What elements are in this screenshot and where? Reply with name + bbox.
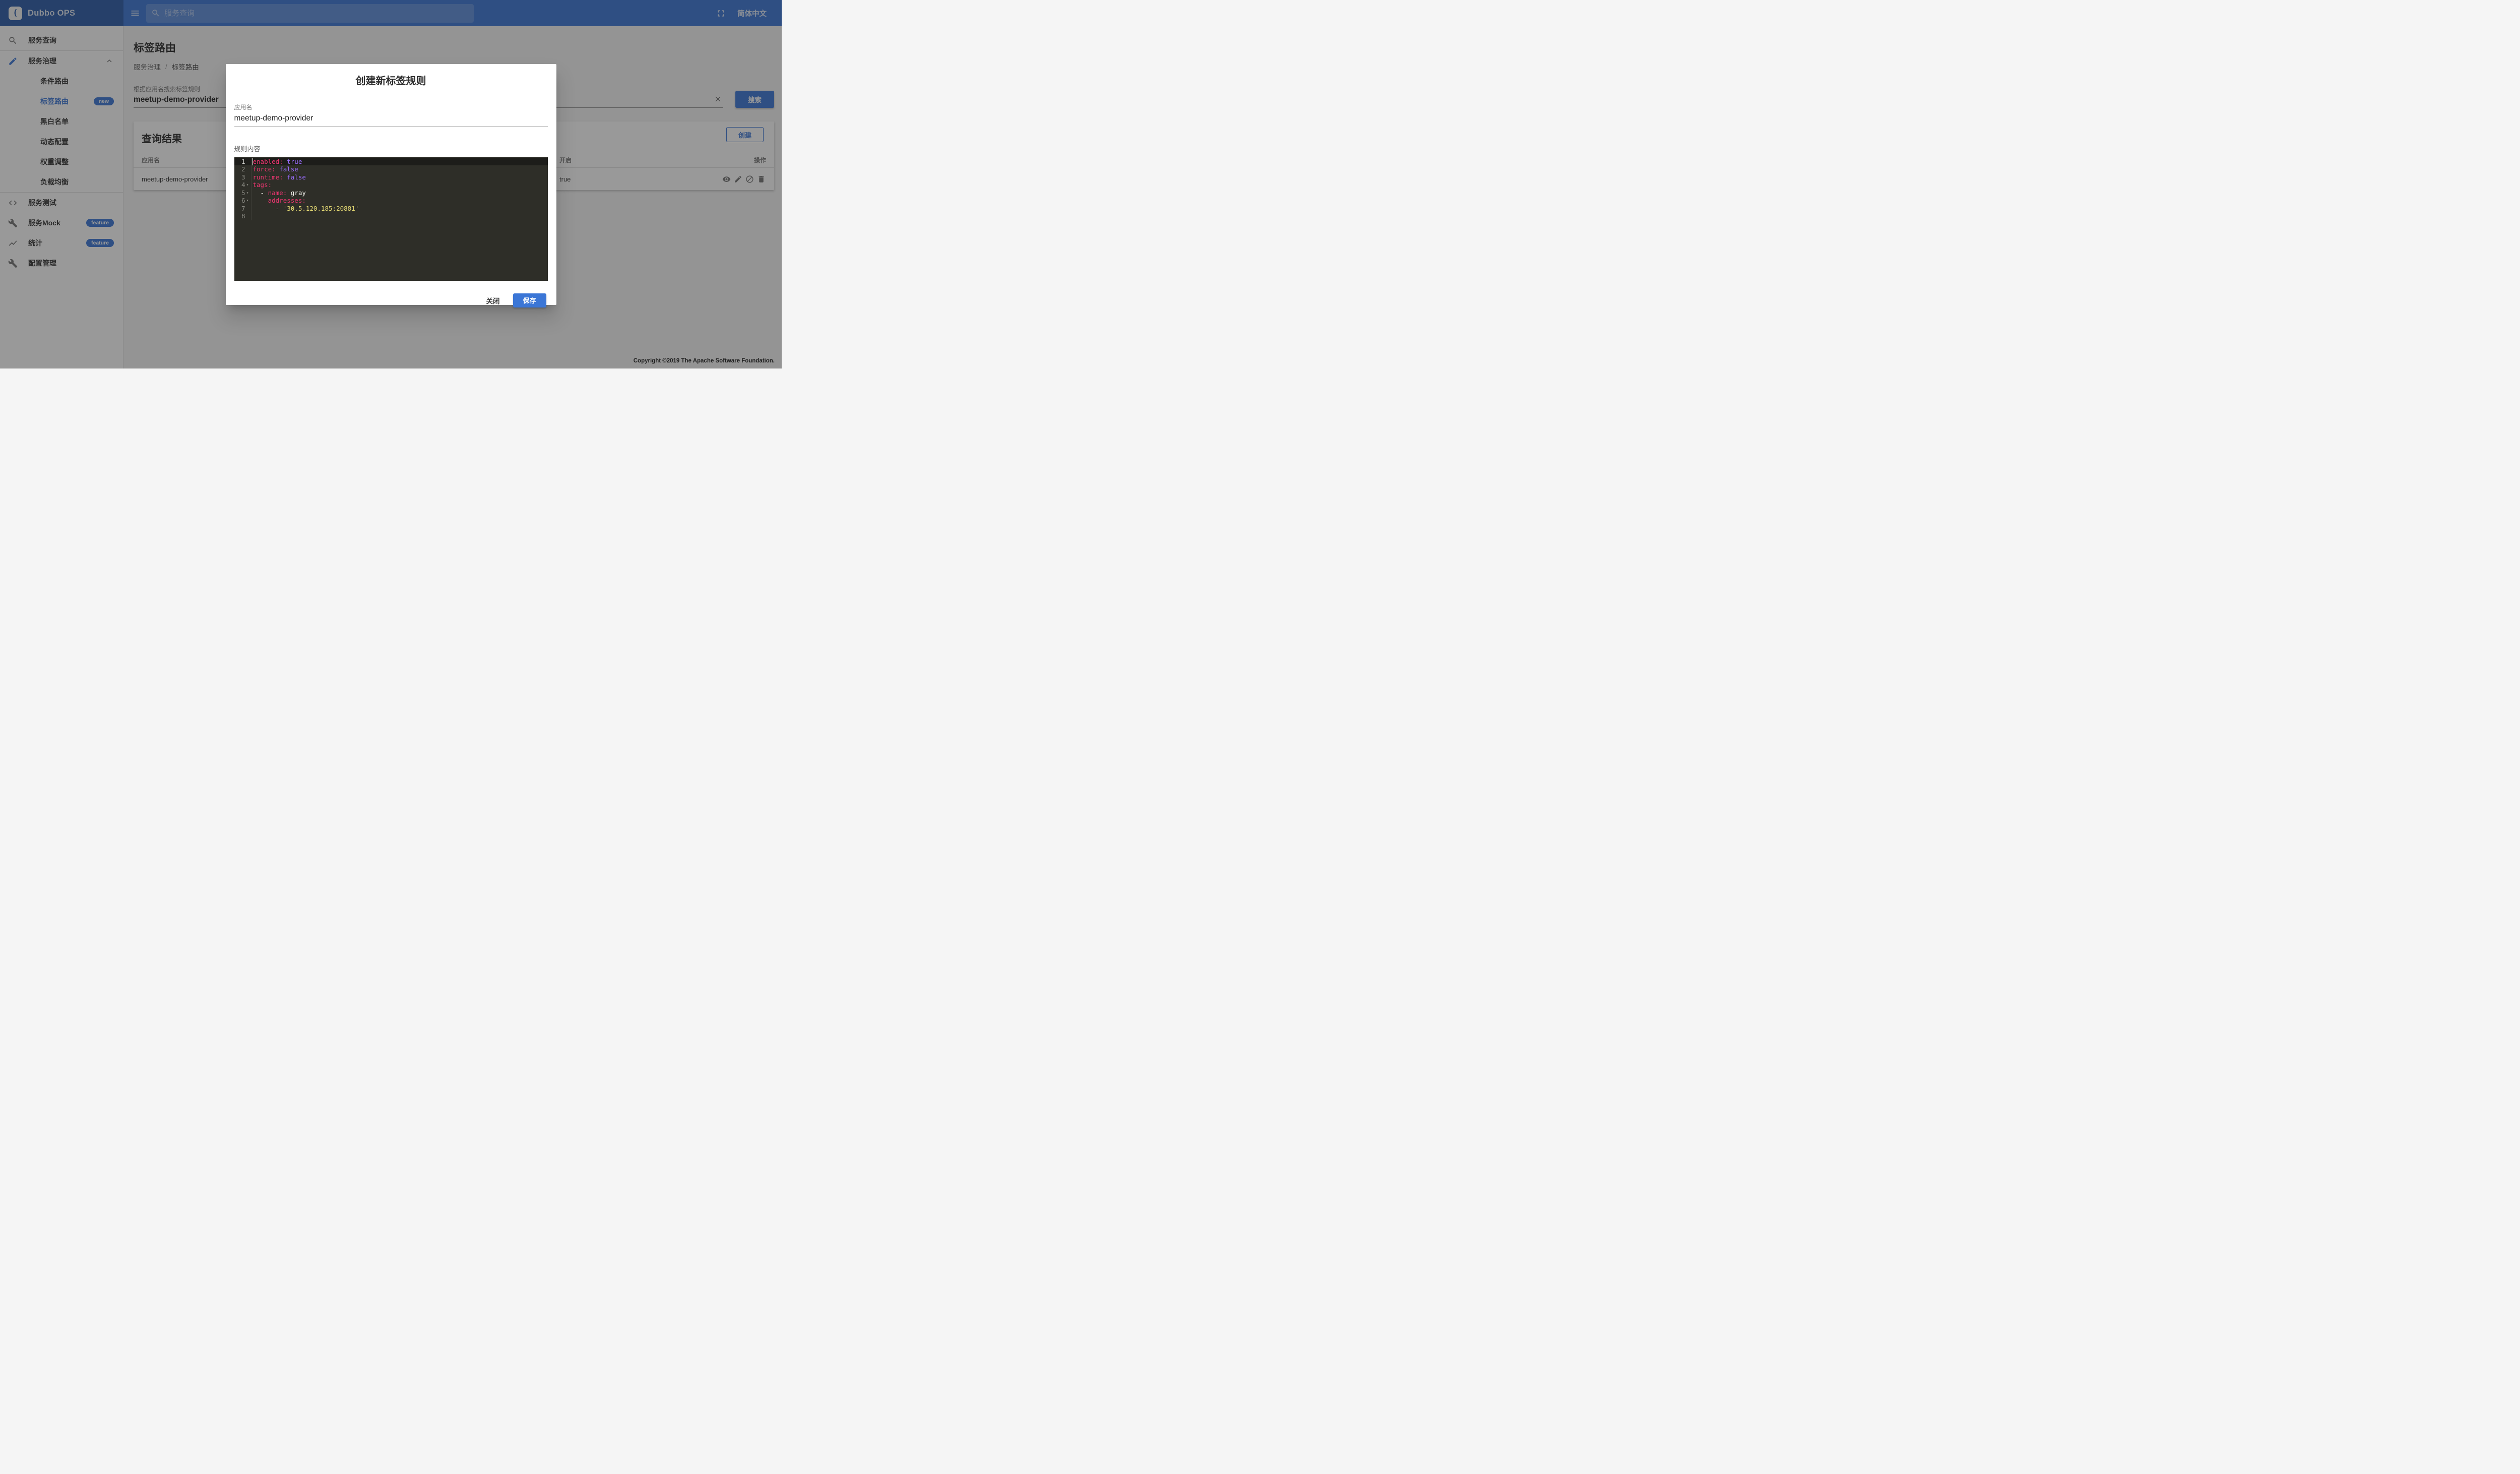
editor-code: - name: gray [251, 189, 306, 197]
editor-code: runtime: false [251, 173, 306, 181]
editor-line: 1enabled: true [234, 158, 548, 166]
editor-code [251, 212, 253, 220]
editor-code: enabled: true [251, 158, 302, 166]
create-tag-rule-dialog: 创建新标签规则 应用名 规则内容 1enabled: true2force: f… [226, 64, 556, 305]
editor-code: force: false [251, 165, 298, 173]
save-button[interactable]: 保存 [513, 293, 546, 308]
dialog-title: 创建新标签规则 [234, 64, 548, 87]
editor-code: - '30.5.120.185:20881' [251, 205, 359, 213]
editor-line: 3runtime: false [234, 173, 548, 181]
rule-content-label: 规则内容 [234, 144, 548, 153]
fold-arrow-icon[interactable]: ▾ [245, 197, 250, 205]
dialog-actions: 关闭 保存 [234, 291, 548, 310]
editor-line: 8 [234, 212, 548, 220]
editor-gutter: 7 [234, 205, 251, 213]
editor-gutter: 5▾ [234, 189, 251, 197]
app-name-label: 应用名 [234, 103, 548, 111]
yaml-editor[interactable]: 1enabled: true2force: false3runtime: fal… [234, 157, 548, 281]
editor-line: 7 - '30.5.120.185:20881' [234, 205, 548, 213]
editor-gutter: 3 [234, 173, 251, 181]
editor-gutter: 6▾ [234, 197, 251, 205]
app-name-input[interactable] [234, 114, 532, 123]
editor-gutter: 8 [234, 212, 251, 220]
editor-code: tags: [251, 181, 272, 189]
editor-line: 4▾tags: [234, 181, 548, 189]
close-button[interactable]: 关闭 [478, 291, 508, 310]
editor-gutter: 2 [234, 165, 251, 173]
editor-gutter: 1 [234, 158, 251, 166]
fold-arrow-icon[interactable]: ▾ [245, 189, 250, 197]
editor-line: 2force: false [234, 165, 548, 173]
editor-line: 5▾ - name: gray [234, 189, 548, 197]
fold-arrow-icon[interactable]: ▾ [245, 181, 250, 189]
app-name-field: 应用名 [234, 103, 548, 127]
editor-gutter: 4▾ [234, 181, 251, 189]
editor-line: 6▾ addresses: [234, 197, 548, 205]
editor-code: addresses: [251, 197, 306, 205]
